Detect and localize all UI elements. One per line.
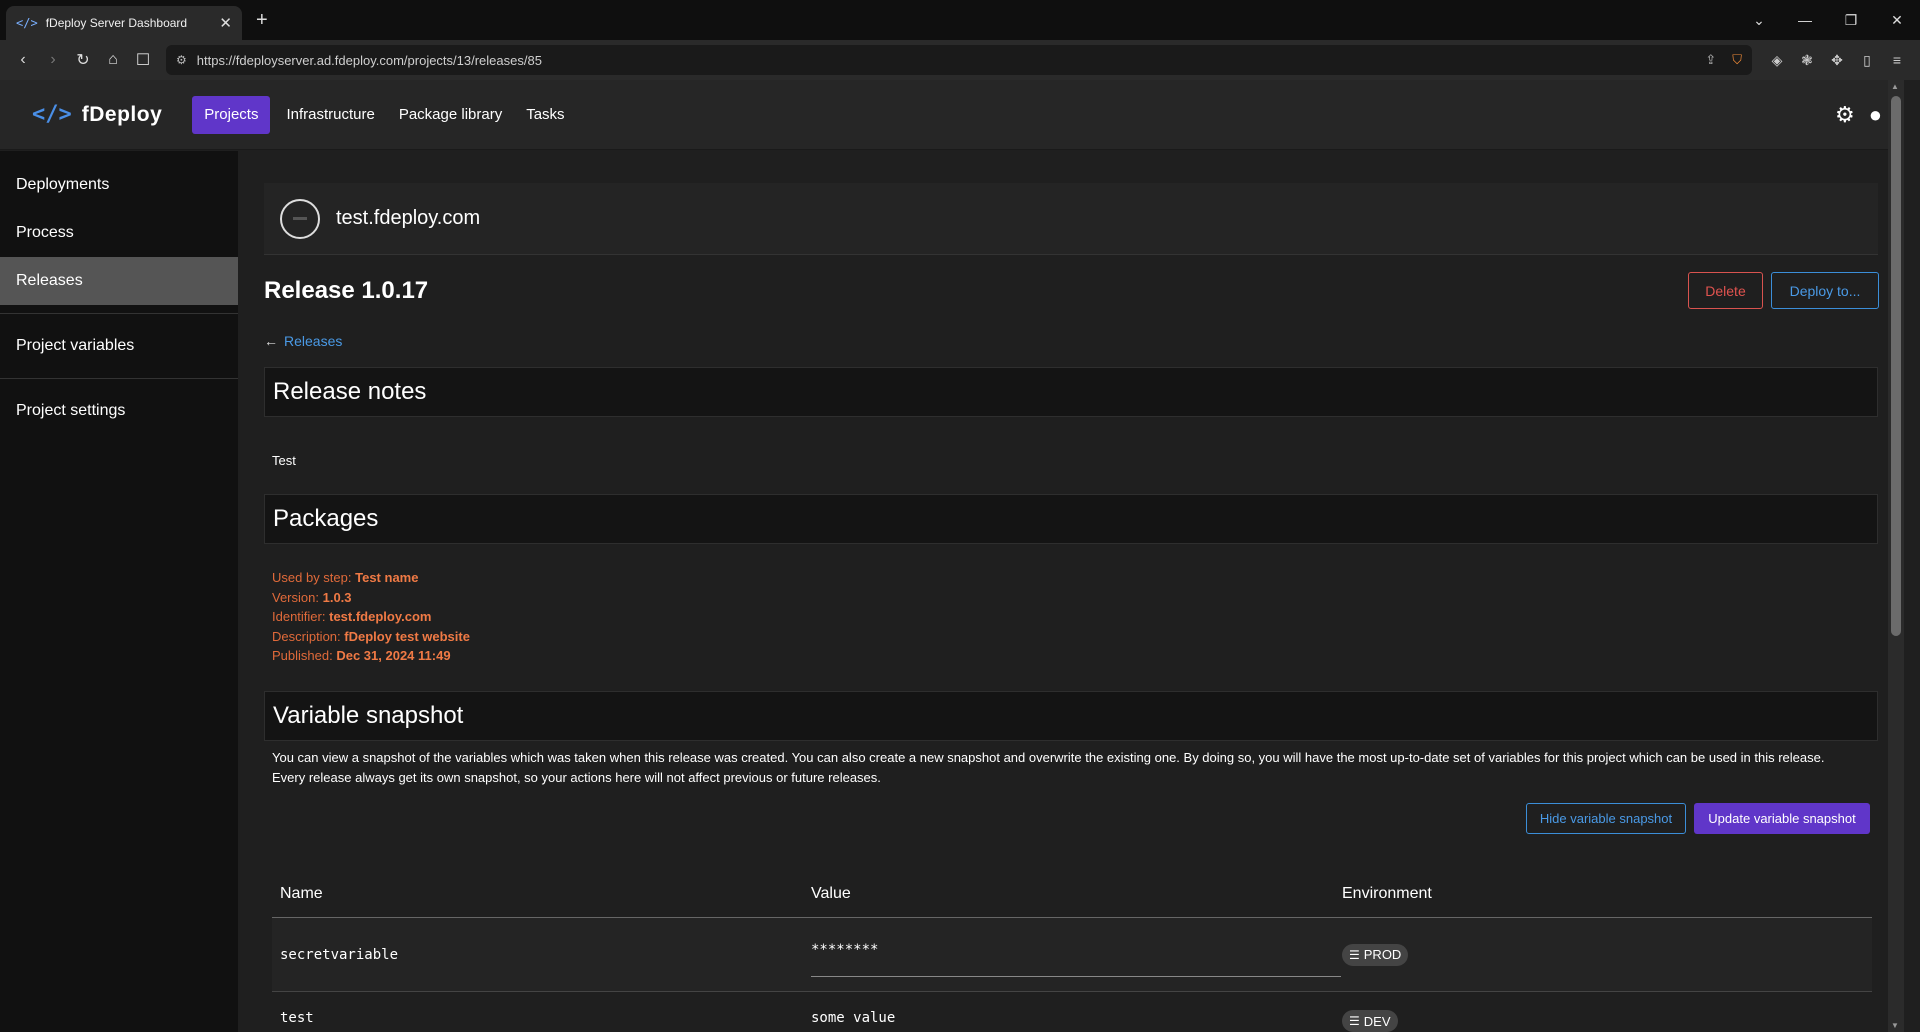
package-used-by: Used by step: Test name bbox=[272, 570, 419, 585]
project-name: test.fdeploy.com bbox=[336, 207, 481, 229]
sidebar-item-process[interactable]: Process bbox=[0, 209, 238, 257]
page-scrollbar[interactable]: ▲ ▼ bbox=[1888, 80, 1904, 1032]
browser-tab[interactable]: </> fDeploy Server Dashboard ✕ bbox=[6, 6, 242, 40]
new-tab-icon[interactable]: + bbox=[256, 9, 268, 32]
top-navigation: </> fDeploy Projects Infrastructure Pack… bbox=[0, 80, 1904, 150]
sidebar-item-project-variables[interactable]: Project variables bbox=[0, 322, 238, 370]
package-published: Published: Dec 31, 2024 11:49 bbox=[272, 648, 451, 663]
release-notes-text: Test bbox=[272, 453, 296, 468]
menu-icon[interactable]: ≡ bbox=[1882, 52, 1912, 68]
arrow-left-icon: ← bbox=[264, 333, 278, 349]
sidebar-toggle-icon[interactable]: ▯ bbox=[1852, 52, 1882, 69]
variables-table: Name Value Environment secretvariable **… bbox=[272, 870, 1872, 1032]
brand[interactable]: </> fDeploy bbox=[32, 102, 162, 127]
chevron-down-icon[interactable]: ⌄ bbox=[1736, 12, 1782, 29]
variable-value[interactable]: some value bbox=[803, 1010, 1334, 1026]
environment-badge: ☰ PROD bbox=[1342, 943, 1409, 966]
puzzle-icon[interactable]: ✥ bbox=[1822, 52, 1852, 69]
close-window-icon[interactable]: ✕ bbox=[1874, 12, 1920, 29]
nav-projects[interactable]: Projects bbox=[192, 95, 271, 134]
variable-name: secretvariable bbox=[280, 946, 399, 963]
minimize-icon[interactable]: — bbox=[1782, 12, 1828, 28]
variable-snapshot-heading: Variable snapshot bbox=[264, 691, 1878, 741]
extension-icon[interactable]: ❃ bbox=[1792, 52, 1822, 69]
project-logo bbox=[280, 198, 320, 239]
project-header: test.fdeploy.com bbox=[264, 183, 1878, 255]
deploy-button[interactable]: Deploy to... bbox=[1771, 272, 1879, 309]
nav-infrastructure[interactable]: Infrastructure bbox=[274, 96, 386, 134]
back-to-releases-link[interactable]: ← Releases bbox=[264, 333, 342, 349]
package-version: Version: 1.0.3 bbox=[272, 589, 352, 605]
bookmark-icon[interactable]: ☐ bbox=[128, 50, 158, 70]
account-icon[interactable]: ● bbox=[1869, 102, 1882, 128]
top-nav-actions: ⚙ ● bbox=[1821, 102, 1882, 128]
share-icon[interactable]: ⇪ bbox=[1705, 52, 1716, 68]
column-environment: Environment bbox=[1342, 884, 1432, 902]
table-header: Name Value Environment bbox=[272, 870, 1872, 918]
delete-button[interactable]: Delete bbox=[1688, 272, 1763, 309]
sidebar-item-releases[interactable]: Releases bbox=[0, 257, 238, 305]
hide-snapshot-button[interactable]: Hide variable snapshot bbox=[1526, 803, 1686, 834]
code-icon: </> bbox=[16, 16, 38, 30]
nav-tasks[interactable]: Tasks bbox=[514, 96, 576, 134]
column-value: Value bbox=[811, 884, 851, 902]
package-description: Description: fDeploy test website bbox=[272, 628, 470, 644]
code-brackets-icon: </> bbox=[32, 102, 72, 127]
url-text[interactable]: https://fdeployserver.ad.fdeploy.com/pro… bbox=[197, 53, 1706, 68]
update-snapshot-button[interactable]: Update variable snapshot bbox=[1694, 803, 1870, 834]
environment-badge: ☰ DEV bbox=[1342, 1010, 1398, 1032]
divider bbox=[0, 313, 238, 314]
scroll-down-icon[interactable]: ▼ bbox=[1891, 1021, 1899, 1030]
sidebar-item-project-settings[interactable]: Project settings bbox=[0, 387, 238, 435]
scrollbar-thumb[interactable] bbox=[1891, 96, 1901, 636]
table-row: secretvariable ******** ☰ PROD bbox=[272, 918, 1872, 992]
window-controls: ⌄ — ❐ ✕ bbox=[1736, 0, 1920, 40]
url-field[interactable]: ⚙ https://fdeployserver.ad.fdeploy.com/p… bbox=[166, 45, 1752, 75]
nav-package-library[interactable]: Package library bbox=[387, 96, 514, 134]
snapshot-description: You can view a snapshot of the variables… bbox=[272, 750, 1825, 785]
release-notes-heading: Release notes bbox=[264, 367, 1878, 417]
address-bar: ‹ › ↻ ⌂ ☐ ⚙ https://fdeployserver.ad.fde… bbox=[0, 40, 1920, 80]
browser-tab-bar: </> fDeploy Server Dashboard ✕ + ⌄ — ❐ ✕ bbox=[0, 0, 1920, 40]
divider bbox=[0, 378, 238, 379]
back-icon[interactable]: ‹ bbox=[8, 51, 38, 69]
brand-name: fDeploy bbox=[81, 102, 163, 126]
vpn-icon[interactable]: ◈ bbox=[1762, 52, 1792, 69]
site-info-icon[interactable]: ⚙ bbox=[176, 53, 187, 67]
list-icon: ☰ bbox=[1349, 947, 1360, 962]
gear-icon[interactable]: ⚙ bbox=[1835, 102, 1855, 128]
forward-icon[interactable]: › bbox=[38, 51, 68, 69]
tab-title: fDeploy Server Dashboard bbox=[45, 16, 188, 30]
package-info: Used by step: Test name Version: 1.0.3 I… bbox=[272, 568, 470, 666]
brave-shield-icon[interactable]: ⛉ bbox=[1732, 52, 1742, 68]
packages-heading: Packages bbox=[264, 494, 1878, 544]
close-icon[interactable]: ✕ bbox=[219, 14, 232, 32]
variable-value[interactable]: ******** bbox=[811, 932, 1341, 977]
page-title: Release 1.0.17 bbox=[264, 277, 429, 304]
sidebar-item-deployments[interactable]: Deployments bbox=[0, 161, 238, 209]
table-row: test some value ☰ DEV bbox=[272, 992, 1872, 1032]
restore-icon[interactable]: ❐ bbox=[1828, 12, 1874, 29]
reload-icon[interactable]: ↻ bbox=[68, 50, 98, 70]
package-identifier: Identifier: test.fdeploy.com bbox=[272, 609, 432, 624]
home-icon[interactable]: ⌂ bbox=[98, 51, 128, 69]
list-icon: ☰ bbox=[1349, 1014, 1360, 1028]
sidebar: Deployments Process Releases Project var… bbox=[0, 151, 238, 1032]
column-name: Name bbox=[280, 884, 323, 902]
variable-name: test bbox=[280, 1010, 314, 1026]
back-link-label[interactable]: Releases bbox=[284, 333, 342, 349]
scroll-up-icon[interactable]: ▲ bbox=[1891, 82, 1899, 91]
